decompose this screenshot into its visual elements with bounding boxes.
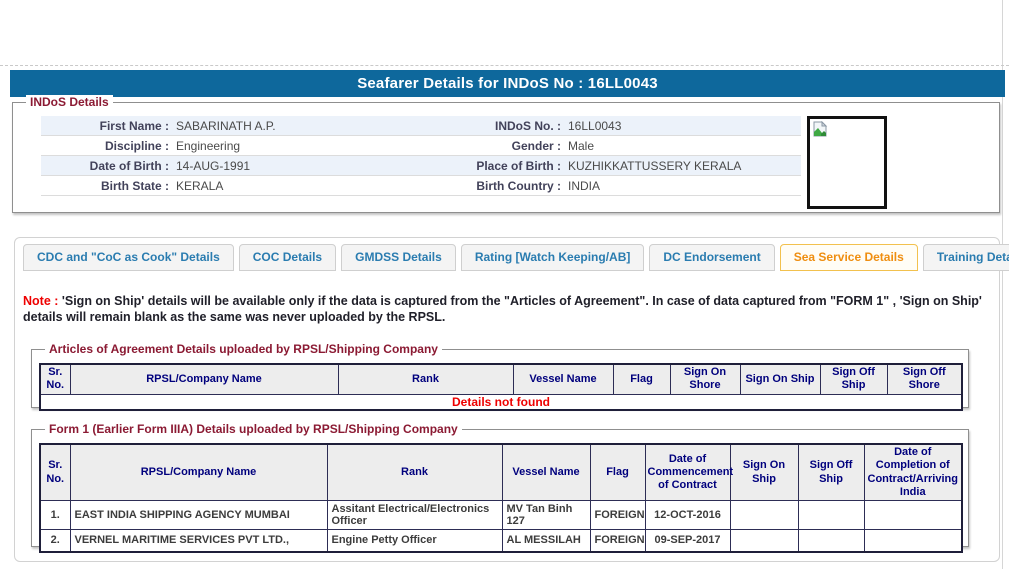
indos-details-section: INDoS Details First Name :SABARINATH A.P…	[12, 102, 1000, 213]
field-label-first-name: First Name :	[41, 119, 169, 133]
table-cell: FOREIGN	[590, 530, 645, 552]
tab-rating-watch-keeping-ab[interactable]: Rating [Watch Keeping/AB]	[461, 244, 645, 271]
field-value-place-of-birth: KUZHIKKATTUSSERY KERALA	[561, 159, 801, 173]
field-value-date-of-birth: 14-AUG-1991	[169, 159, 431, 173]
table-cell	[798, 501, 864, 530]
field-value-first-name: SABARINATH A.P.	[169, 119, 431, 133]
column-header-rpsl-company-name: RPSL/Company Name	[70, 444, 327, 500]
column-header-sign-on-ship: Sign On Ship	[730, 444, 798, 500]
column-header-sign-off-ship: Sign Off Ship	[820, 364, 887, 394]
table-cell: Engine Petty Officer	[327, 530, 502, 552]
table-row: Details not found	[40, 394, 962, 410]
seafarer-photo	[807, 116, 887, 209]
articles-table: Sr. No.RPSL/Company NameRankVessel NameF…	[39, 363, 963, 410]
column-header-flag: Flag	[590, 444, 645, 500]
form1-table: Sr. No.RPSL/Company NameRankVessel NameF…	[39, 443, 963, 552]
tab-sea-service-details[interactable]: Sea Service Details	[780, 244, 918, 271]
table-cell: 09-SEP-2017	[645, 530, 730, 552]
table-cell: AL MESSILAH	[502, 530, 590, 552]
column-header-sign-off-shore: Sign Off Shore	[887, 364, 962, 394]
column-header-sr-no: Sr. No.	[40, 444, 70, 500]
tab-coc-details[interactable]: COC Details	[239, 244, 336, 271]
page-title: Seafarer Details for INDoS No : 16LL0043	[10, 70, 1005, 97]
table-cell: EAST INDIA SHIPPING AGENCY MUMBAI	[70, 501, 327, 530]
note-prefix: Note :	[23, 294, 58, 308]
indos-row: Birth State :KERALABirth Country :INDIA	[41, 176, 801, 196]
empty-message: Details not found	[40, 394, 962, 410]
field-label-birth-country: Birth Country :	[431, 179, 561, 193]
table-cell: Assitant Electrical/Electronics Officer	[327, 501, 502, 530]
tab-training-details[interactable]: Training Details	[923, 244, 1009, 271]
field-value-indos-no: 16LL0043	[561, 119, 801, 133]
table-row: 1.EAST INDIA SHIPPING AGENCY MUMBAIAssit…	[40, 501, 962, 530]
articles-legend: Articles of Agreement Details uploaded b…	[45, 342, 442, 356]
table-cell	[864, 530, 962, 552]
field-label-place-of-birth: Place of Birth :	[431, 159, 561, 173]
table-cell	[798, 530, 864, 552]
column-header-vessel-name: Vessel Name	[513, 364, 613, 394]
top-divider-line	[0, 65, 1009, 66]
note-text: Note : 'Sign on Ship' details will be av…	[23, 294, 990, 325]
table-cell: 12-OCT-2016	[645, 501, 730, 530]
field-value-birth-country: INDIA	[561, 179, 801, 193]
tab-gmdss-details[interactable]: GMDSS Details	[341, 244, 456, 271]
column-header-rank: Rank	[327, 444, 502, 500]
table-cell: MV Tan Binh 127	[502, 501, 590, 530]
indos-row: Discipline :EngineeringGender :Male	[41, 136, 801, 156]
indos-details-legend: INDoS Details	[26, 95, 113, 109]
tab-cdc-and-coc-as-cook-details[interactable]: CDC and "CoC as Cook" Details	[23, 244, 234, 271]
table-row: 2.VERNEL MARITIME SERVICES PVT LTD.,Engi…	[40, 530, 962, 552]
table-cell: FOREIGN	[590, 501, 645, 530]
form1-legend: Form 1 (Earlier Form IIIA) Details uploa…	[45, 422, 462, 436]
broken-image-icon	[812, 121, 828, 137]
column-header-sign-on-ship: Sign On Ship	[740, 364, 820, 394]
field-value-birth-state: KERALA	[169, 179, 431, 193]
table-header-row: Sr. No.RPSL/Company NameRankVessel NameF…	[40, 364, 962, 394]
articles-of-agreement-section: Articles of Agreement Details uploaded b…	[31, 349, 969, 408]
column-header-vessel-name: Vessel Name	[502, 444, 590, 500]
field-label-gender: Gender :	[431, 139, 561, 153]
field-label-birth-state: Birth State :	[41, 179, 169, 193]
field-value-gender: Male	[561, 139, 801, 153]
note-body: 'Sign on Ship' details will be available…	[23, 294, 982, 324]
tabs-row: CDC and "CoC as Cook" DetailsCOC Details…	[23, 244, 999, 271]
column-header-sign-on-shore: Sign On Shore	[670, 364, 740, 394]
column-header-rank: Rank	[338, 364, 513, 394]
table-cell: VERNEL MARITIME SERVICES PVT LTD.,	[70, 530, 327, 552]
column-header-sr-no: Sr. No.	[40, 364, 70, 394]
indos-row: First Name :SABARINATH A.P.INDoS No. :16…	[41, 116, 801, 136]
field-label-indos-no: INDoS No. :	[431, 119, 561, 133]
tab-dc-endorsement[interactable]: DC Endorsement	[649, 244, 774, 271]
table-cell	[730, 501, 798, 530]
table-cell	[864, 501, 962, 530]
table-cell	[730, 530, 798, 552]
field-label-date-of-birth: Date of Birth :	[41, 159, 169, 173]
table-cell: 1.	[40, 501, 70, 530]
column-header-rpsl-company-name: RPSL/Company Name	[70, 364, 338, 394]
indos-rows: First Name :SABARINATH A.P.INDoS No. :16…	[41, 116, 801, 196]
form1-section: Form 1 (Earlier Form IIIA) Details uploa…	[31, 429, 969, 547]
indos-row: Date of Birth :14-AUG-1991Place of Birth…	[41, 156, 801, 176]
table-header-row: Sr. No.RPSL/Company NameRankVessel NameF…	[40, 444, 962, 500]
column-header-sign-off-ship: Sign Off Ship	[798, 444, 864, 500]
field-label-discipline: Discipline :	[41, 139, 169, 153]
tab-panel: CDC and "CoC as Cook" DetailsCOC Details…	[14, 237, 1000, 562]
table-cell: 2.	[40, 530, 70, 552]
column-header-date-of-commencement-of-contract: Date of Commencement of Contract	[645, 444, 730, 500]
column-header-date-of-completion-of-contract-arriving-india: Date of Completion of Contract/Arriving …	[864, 444, 962, 500]
field-value-discipline: Engineering	[169, 139, 431, 153]
column-header-flag: Flag	[613, 364, 670, 394]
